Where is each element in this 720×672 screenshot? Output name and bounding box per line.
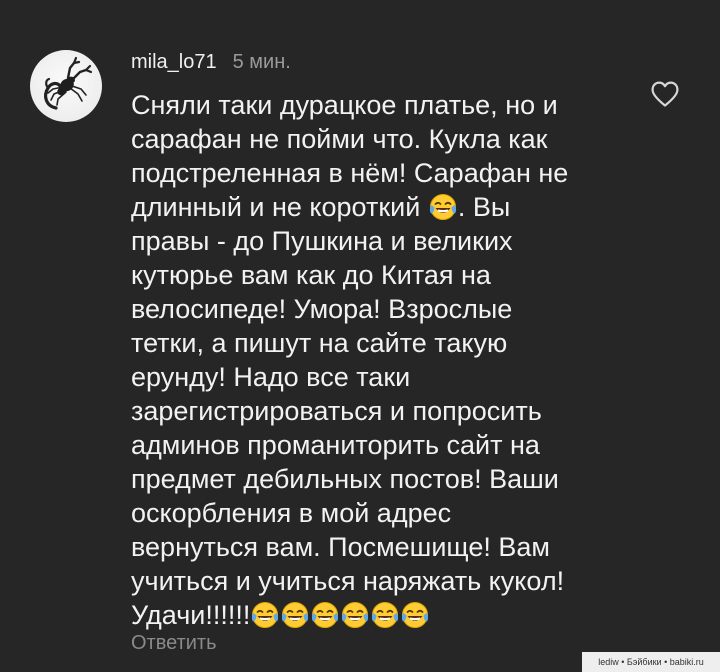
comment-header: mila_lo71 5 мин. [131,51,291,79]
comment-line-text: длинный и не короткий [131,192,421,222]
comment-line-text: предмет дебильных постов! Ваши [131,464,559,494]
comment-line: учиться и учиться наряжать кукол! [131,564,601,598]
comment-line: подстреленная в нём! Сарафан не [131,156,601,190]
face-with-tears-of-joy-icon [428,192,458,222]
comment-line-text: правы - до Пушкина и великих [131,226,513,256]
comment-line-text: вернуться вам. Посмешище! Вам [131,532,550,562]
comment-line: вернуться вам. Посмешище! Вам [131,530,601,564]
comment-line: Удачи!!!!!! [131,598,601,632]
comment-line-text: . Вы [457,192,511,222]
comment-line: админов проманиторить сайт на [131,428,601,462]
face-with-tears-of-joy-icon [370,600,400,630]
comment-line-text: зарегистрироваться и попросить [131,396,542,426]
comment-line-text: ерунду! Надо все таки [131,362,411,392]
comment-line: велосипеде! Умора! Взрослые [131,292,601,326]
like-button[interactable] [650,80,680,108]
avatar[interactable] [30,50,102,122]
comment-line: длинный и не короткий . Вы [131,190,601,224]
comment-line: Сняли таки дурацкое платье, но и [131,88,601,122]
comment-line: оскорбления в мой адрес [131,496,601,530]
comment-line-text: сарафан не пойми что. Кукла как [131,124,548,154]
comment-text: Сняли таки дурацкое платье, но и сарафан… [131,88,601,632]
face-with-tears-of-joy-icon [400,600,430,630]
comment-line-text: админов проманиторить сайт на [131,430,540,460]
timestamp: 5 мин. [232,51,291,73]
comment-line: сарафан не пойми что. Кукла как [131,122,601,156]
comment-item: mila_lo71 5 мин. Сняли таки дурацкое пла… [0,0,720,672]
comment-line-text: Сняли таки дурацкое платье, но и [131,90,558,120]
face-with-tears-of-joy-icon [250,600,280,630]
comment-line-text: Удачи!!!!!! [131,600,251,630]
username-link[interactable]: mila_lo71 [131,51,217,74]
comment-line: предмет дебильных постов! Ваши [131,462,601,496]
site-watermark: lediw • Бэйбики • babiki.ru [582,652,720,672]
comment-line-text: тетки, а пишут на сайте такую [131,328,508,358]
heart-outline-icon [651,81,679,107]
comment-line-text: оскорбления в мой адрес [131,498,452,528]
comment-line-text: кутюрье вам как до Китая на [131,260,491,290]
reply-button[interactable]: Ответить [131,632,217,655]
comment-line-text: велосипеде! Умора! Взрослые [131,294,513,324]
comment-line-text: учиться и учиться наряжать кукол! [131,566,565,596]
face-with-tears-of-joy-icon [340,600,370,630]
comment-line-text: подстреленная в нём! Сарафан не [131,158,569,188]
face-with-tears-of-joy-icon [280,600,310,630]
comment-line: кутюрье вам как до Китая на [131,258,601,292]
comment-line: правы - до Пушкина и великих [131,224,601,258]
comment-line: зарегистрироваться и попросить [131,394,601,428]
comment-line: тетки, а пишут на сайте такую [131,326,601,360]
comment-line: ерунду! Надо все таки [131,360,601,394]
face-with-tears-of-joy-icon [310,600,340,630]
scorpion-avatar-icon [44,56,93,110]
